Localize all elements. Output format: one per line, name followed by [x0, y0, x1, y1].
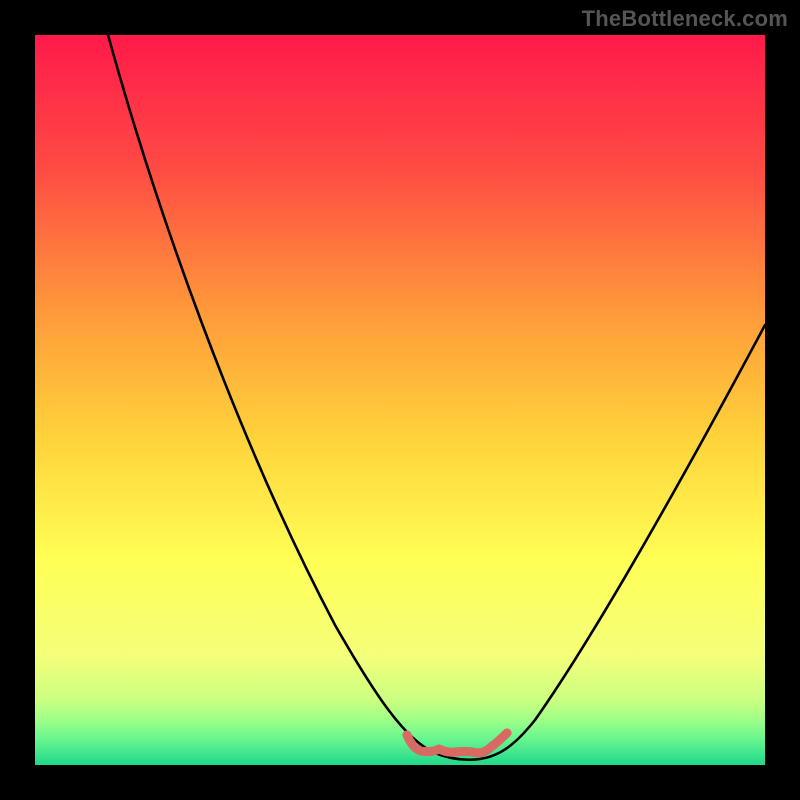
chart-svg — [35, 35, 765, 765]
marker-dot — [503, 729, 512, 738]
watermark-text: TheBottleneck.com — [582, 6, 788, 32]
chart-frame: TheBottleneck.com — [0, 0, 800, 800]
plot-area — [35, 35, 765, 765]
marker-dot — [403, 731, 412, 740]
heatmap-background — [35, 35, 765, 765]
